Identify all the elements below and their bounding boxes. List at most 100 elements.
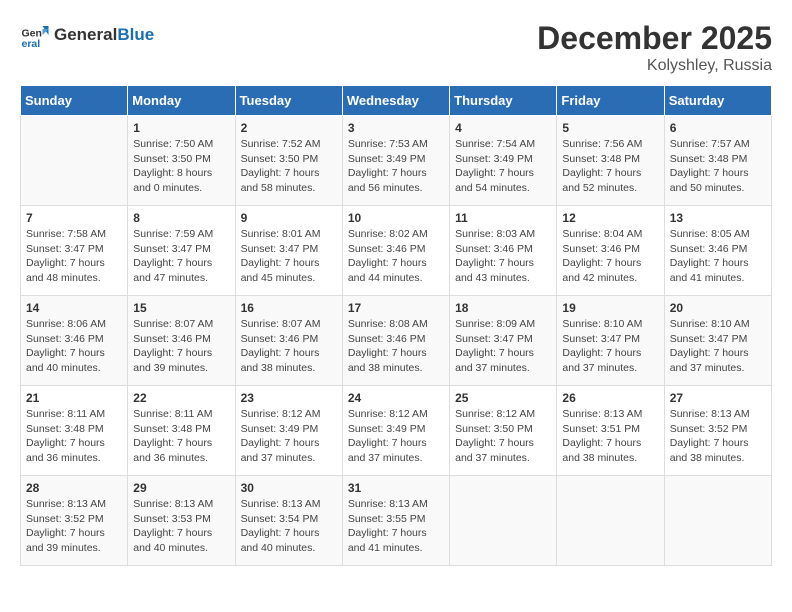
cell-content: Sunrise: 8:13 AMSunset: 3:53 PMDaylight:… bbox=[133, 497, 229, 556]
page-header: Gen eral GeneralBlue December 2025 Kolys… bbox=[20, 20, 772, 75]
calendar-cell bbox=[21, 116, 128, 206]
cell-content: Sunrise: 8:03 AMSunset: 3:46 PMDaylight:… bbox=[455, 227, 551, 286]
cell-content: Sunrise: 8:05 AMSunset: 3:46 PMDaylight:… bbox=[670, 227, 766, 286]
cell-content: Sunrise: 8:11 AMSunset: 3:48 PMDaylight:… bbox=[133, 407, 229, 466]
calendar-cell: 10 Sunrise: 8:02 AMSunset: 3:46 PMDayligh… bbox=[342, 206, 449, 296]
calendar-cell: 1 Sunrise: 7:50 AMSunset: 3:50 PMDaylight… bbox=[128, 116, 235, 206]
calendar-cell: 31Sunrise: 8:13 AMSunset: 3:55 PMDayligh… bbox=[342, 476, 449, 566]
cell-content: Sunrise: 8:13 AMSunset: 3:52 PMDaylight:… bbox=[670, 407, 766, 466]
calendar-header-tuesday: Tuesday bbox=[235, 86, 342, 116]
cell-content: Sunrise: 8:12 AMSunset: 3:50 PMDaylight:… bbox=[455, 407, 551, 466]
cell-content: Sunrise: 8:07 AMSunset: 3:46 PMDaylight:… bbox=[241, 317, 337, 376]
cell-content: Sunrise: 7:57 AMSunset: 3:48 PMDaylight:… bbox=[670, 137, 766, 196]
day-number: 10 bbox=[348, 211, 444, 225]
cell-content: Sunrise: 8:13 AMSunset: 3:54 PMDaylight:… bbox=[241, 497, 337, 556]
calendar-cell: 9Sunrise: 8:01 AMSunset: 3:47 PMDaylight… bbox=[235, 206, 342, 296]
cell-content: Sunrise: 7:50 AMSunset: 3:50 PMDaylight:… bbox=[133, 137, 229, 196]
day-number: 23 bbox=[241, 391, 337, 405]
day-number: 26 bbox=[562, 391, 658, 405]
day-number: 2 bbox=[241, 121, 337, 135]
cell-content: Sunrise: 7:56 AMSunset: 3:48 PMDaylight:… bbox=[562, 137, 658, 196]
calendar-cell: 3 Sunrise: 7:53 AMSunset: 3:49 PMDaylight… bbox=[342, 116, 449, 206]
calendar-cell: 5 Sunrise: 7:56 AMSunset: 3:48 PMDaylight… bbox=[557, 116, 664, 206]
day-number: 5 bbox=[562, 121, 658, 135]
cell-content: Sunrise: 8:13 AMSunset: 3:52 PMDaylight:… bbox=[26, 497, 122, 556]
day-number: 24 bbox=[348, 391, 444, 405]
day-number: 16 bbox=[241, 301, 337, 315]
cell-content: Sunrise: 7:58 AMSunset: 3:47 PMDaylight:… bbox=[26, 227, 122, 286]
cell-content: Sunrise: 8:07 AMSunset: 3:46 PMDaylight:… bbox=[133, 317, 229, 376]
calendar-cell: 12 Sunrise: 8:04 AMSunset: 3:46 PMDayligh… bbox=[557, 206, 664, 296]
calendar-week-row: 21 Sunrise: 8:11 AMSunset: 3:48 PMDayligh… bbox=[21, 386, 772, 476]
calendar-cell bbox=[664, 476, 771, 566]
cell-content: Sunrise: 8:09 AMSunset: 3:47 PMDaylight:… bbox=[455, 317, 551, 376]
cell-content: Sunrise: 8:12 AMSunset: 3:49 PMDaylight:… bbox=[348, 407, 444, 466]
calendar-cell bbox=[557, 476, 664, 566]
calendar-cell: 30Sunrise: 8:13 AMSunset: 3:54 PMDayligh… bbox=[235, 476, 342, 566]
calendar-cell: 29 Sunrise: 8:13 AMSunset: 3:53 PMDayligh… bbox=[128, 476, 235, 566]
cell-content: Sunrise: 8:01 AMSunset: 3:47 PMDaylight:… bbox=[241, 227, 337, 286]
cell-content: Sunrise: 8:13 AMSunset: 3:55 PMDaylight:… bbox=[348, 497, 444, 556]
calendar-table: SundayMondayTuesdayWednesdayThursdayFrid… bbox=[20, 85, 772, 566]
calendar-cell: 23 Sunrise: 8:12 AMSunset: 3:49 PMDayligh… bbox=[235, 386, 342, 476]
logo-blue: Blue bbox=[117, 25, 154, 44]
cell-content: Sunrise: 8:04 AMSunset: 3:46 PMDaylight:… bbox=[562, 227, 658, 286]
calendar-cell: 6 Sunrise: 7:57 AMSunset: 3:48 PMDaylight… bbox=[664, 116, 771, 206]
calendar-header-wednesday: Wednesday bbox=[342, 86, 449, 116]
calendar-cell: 20 Sunrise: 8:10 AMSunset: 3:47 PMDayligh… bbox=[664, 296, 771, 386]
day-number: 18 bbox=[455, 301, 551, 315]
day-number: 3 bbox=[348, 121, 444, 135]
calendar-week-row: 7Sunrise: 7:58 AMSunset: 3:47 PMDaylight… bbox=[21, 206, 772, 296]
day-number: 28 bbox=[26, 481, 122, 495]
day-number: 1 bbox=[133, 121, 229, 135]
cell-content: Sunrise: 8:08 AMSunset: 3:46 PMDaylight:… bbox=[348, 317, 444, 376]
calendar-header-monday: Monday bbox=[128, 86, 235, 116]
calendar-cell: 18 Sunrise: 8:09 AMSunset: 3:47 PMDayligh… bbox=[450, 296, 557, 386]
calendar-cell: 13Sunrise: 8:05 AMSunset: 3:46 PMDayligh… bbox=[664, 206, 771, 296]
day-number: 19 bbox=[562, 301, 658, 315]
calendar-cell: 7Sunrise: 7:58 AMSunset: 3:47 PMDaylight… bbox=[21, 206, 128, 296]
day-number: 8 bbox=[133, 211, 229, 225]
cell-content: Sunrise: 8:06 AMSunset: 3:46 PMDaylight:… bbox=[26, 317, 122, 376]
cell-content: Sunrise: 8:02 AMSunset: 3:46 PMDaylight:… bbox=[348, 227, 444, 286]
calendar-cell: 28 Sunrise: 8:13 AMSunset: 3:52 PMDayligh… bbox=[21, 476, 128, 566]
calendar-week-row: 28 Sunrise: 8:13 AMSunset: 3:52 PMDayligh… bbox=[21, 476, 772, 566]
calendar-cell: 17Sunrise: 8:08 AMSunset: 3:46 PMDayligh… bbox=[342, 296, 449, 386]
calendar-cell: 25 Sunrise: 8:12 AMSunset: 3:50 PMDayligh… bbox=[450, 386, 557, 476]
calendar-cell: 8 Sunrise: 7:59 AMSunset: 3:47 PMDaylight… bbox=[128, 206, 235, 296]
calendar-week-row: 1 Sunrise: 7:50 AMSunset: 3:50 PMDaylight… bbox=[21, 116, 772, 206]
cell-content: Sunrise: 8:13 AMSunset: 3:51 PMDaylight:… bbox=[562, 407, 658, 466]
calendar-title: December 2025 bbox=[537, 20, 772, 57]
calendar-cell: 19 Sunrise: 8:10 AMSunset: 3:47 PMDayligh… bbox=[557, 296, 664, 386]
calendar-cell: 15Sunrise: 8:07 AMSunset: 3:46 PMDayligh… bbox=[128, 296, 235, 386]
cell-content: Sunrise: 8:10 AMSunset: 3:47 PMDaylight:… bbox=[670, 317, 766, 376]
day-number: 21 bbox=[26, 391, 122, 405]
calendar-cell: 14Sunrise: 8:06 AMSunset: 3:46 PMDayligh… bbox=[21, 296, 128, 386]
day-number: 20 bbox=[670, 301, 766, 315]
cell-content: Sunrise: 7:53 AMSunset: 3:49 PMDaylight:… bbox=[348, 137, 444, 196]
day-number: 4 bbox=[455, 121, 551, 135]
day-number: 11 bbox=[455, 211, 551, 225]
calendar-cell: 24 Sunrise: 8:12 AMSunset: 3:49 PMDayligh… bbox=[342, 386, 449, 476]
cell-content: Sunrise: 7:54 AMSunset: 3:49 PMDaylight:… bbox=[455, 137, 551, 196]
day-number: 22 bbox=[133, 391, 229, 405]
cell-content: Sunrise: 8:10 AMSunset: 3:47 PMDaylight:… bbox=[562, 317, 658, 376]
day-number: 25 bbox=[455, 391, 551, 405]
calendar-header-friday: Friday bbox=[557, 86, 664, 116]
logo: Gen eral GeneralBlue bbox=[20, 20, 154, 50]
calendar-cell: 21 Sunrise: 8:11 AMSunset: 3:48 PMDayligh… bbox=[21, 386, 128, 476]
calendar-cell: 27 Sunrise: 8:13 AMSunset: 3:52 PMDayligh… bbox=[664, 386, 771, 476]
cell-content: Sunrise: 8:11 AMSunset: 3:48 PMDaylight:… bbox=[26, 407, 122, 466]
day-number: 12 bbox=[562, 211, 658, 225]
title-block: December 2025 Kolyshley, Russia bbox=[537, 20, 772, 75]
calendar-header-row: SundayMondayTuesdayWednesdayThursdayFrid… bbox=[21, 86, 772, 116]
calendar-subtitle: Kolyshley, Russia bbox=[537, 57, 772, 75]
day-number: 6 bbox=[670, 121, 766, 135]
logo-general: General bbox=[54, 25, 117, 44]
cell-content: Sunrise: 8:12 AMSunset: 3:49 PMDaylight:… bbox=[241, 407, 337, 466]
day-number: 29 bbox=[133, 481, 229, 495]
calendar-cell: 22 Sunrise: 8:11 AMSunset: 3:48 PMDayligh… bbox=[128, 386, 235, 476]
day-number: 27 bbox=[670, 391, 766, 405]
cell-content: Sunrise: 7:59 AMSunset: 3:47 PMDaylight:… bbox=[133, 227, 229, 286]
calendar-week-row: 14Sunrise: 8:06 AMSunset: 3:46 PMDayligh… bbox=[21, 296, 772, 386]
